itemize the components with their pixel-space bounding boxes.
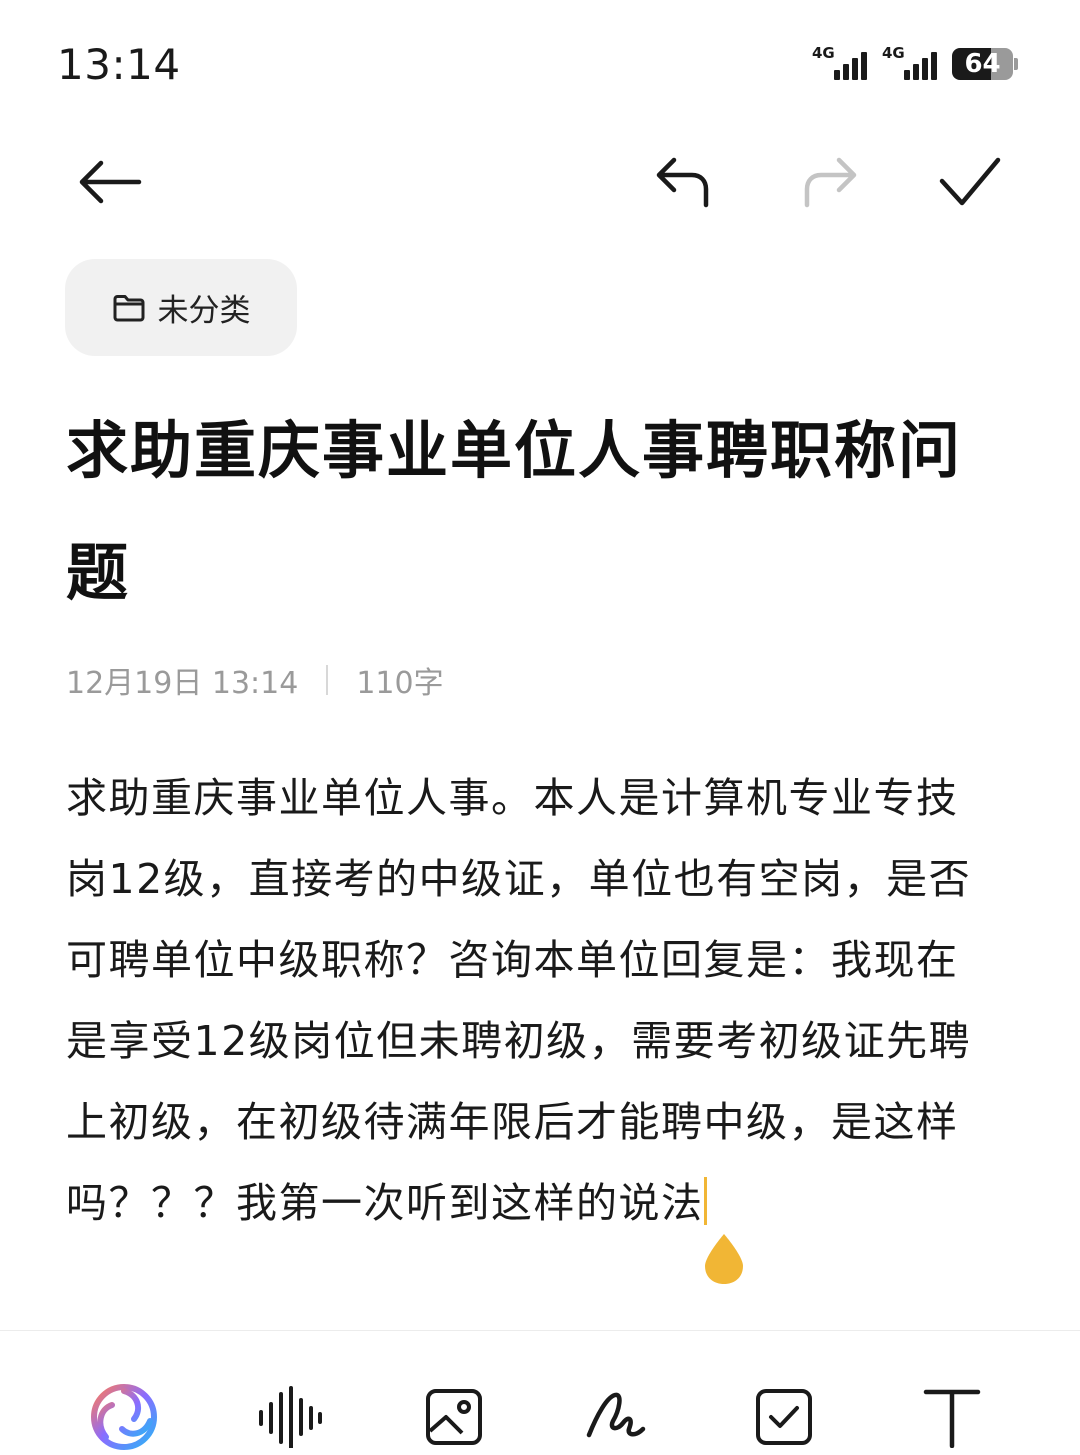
text-format-icon [923, 1389, 981, 1448]
arrow-left-icon [79, 160, 142, 204]
category-label: 未分类 [157, 293, 251, 329]
voice-wave-icon [259, 1386, 322, 1448]
cursor-handle-icon[interactable] [701, 1232, 747, 1286]
text-cursor [703, 1177, 707, 1225]
note-body-editor[interactable]: 求助重庆事业单位人事。本人是计算机专业专技岗12级，直接考的中级证，单位也有空岗… [66, 758, 996, 1244]
status-bar: 13:14 4G 4G 64 [0, 0, 1080, 130]
network-type-label: 4G [812, 44, 835, 62]
ai-assistant-button[interactable] [86, 1379, 162, 1455]
note-meta: 12月19日 13:14 110字 [66, 660, 444, 701]
checkmark-icon [939, 157, 1001, 206]
handwriting-icon [586, 1392, 646, 1438]
status-icons: 4G 4G 64 [812, 44, 1018, 84]
bottom-toolbar [0, 1330, 1080, 1450]
battery-level: 64 [952, 48, 1014, 80]
redo-button[interactable] [790, 142, 870, 222]
note-toolbar [0, 130, 1080, 240]
meta-divider [326, 665, 329, 695]
image-icon [426, 1389, 482, 1445]
signal-icon: 4G [812, 44, 870, 82]
checklist-icon [756, 1389, 812, 1445]
network-type-label-2: 4G [882, 44, 905, 62]
battery-icon: 64 [952, 47, 1018, 81]
handwriting-button[interactable] [580, 1379, 656, 1455]
back-button[interactable] [70, 142, 150, 222]
checklist-button[interactable] [746, 1379, 822, 1455]
signal-icon-2: 4G [882, 44, 940, 82]
folder-icon [113, 294, 144, 321]
done-button[interactable] [930, 142, 1010, 222]
insert-image-button[interactable] [416, 1379, 492, 1455]
word-count: 110字 [356, 666, 444, 701]
ai-assistant-icon [91, 1384, 157, 1450]
category-chip[interactable]: 未分类 [65, 259, 297, 356]
note-date: 12月19日 13:14 [66, 666, 299, 701]
text-format-button[interactable] [914, 1379, 990, 1455]
note-title[interactable]: 求助重庆事业单位人事聘职称问题 [66, 390, 996, 634]
note-body-text: 求助重庆事业单位人事。本人是计算机专业专技岗12级，直接考的中级证，单位也有空岗… [66, 774, 972, 1227]
undo-button[interactable] [643, 142, 723, 222]
voice-input-button[interactable] [252, 1379, 328, 1455]
redo-icon [804, 157, 857, 208]
status-time: 13:14 [57, 40, 181, 89]
undo-icon [656, 157, 709, 208]
